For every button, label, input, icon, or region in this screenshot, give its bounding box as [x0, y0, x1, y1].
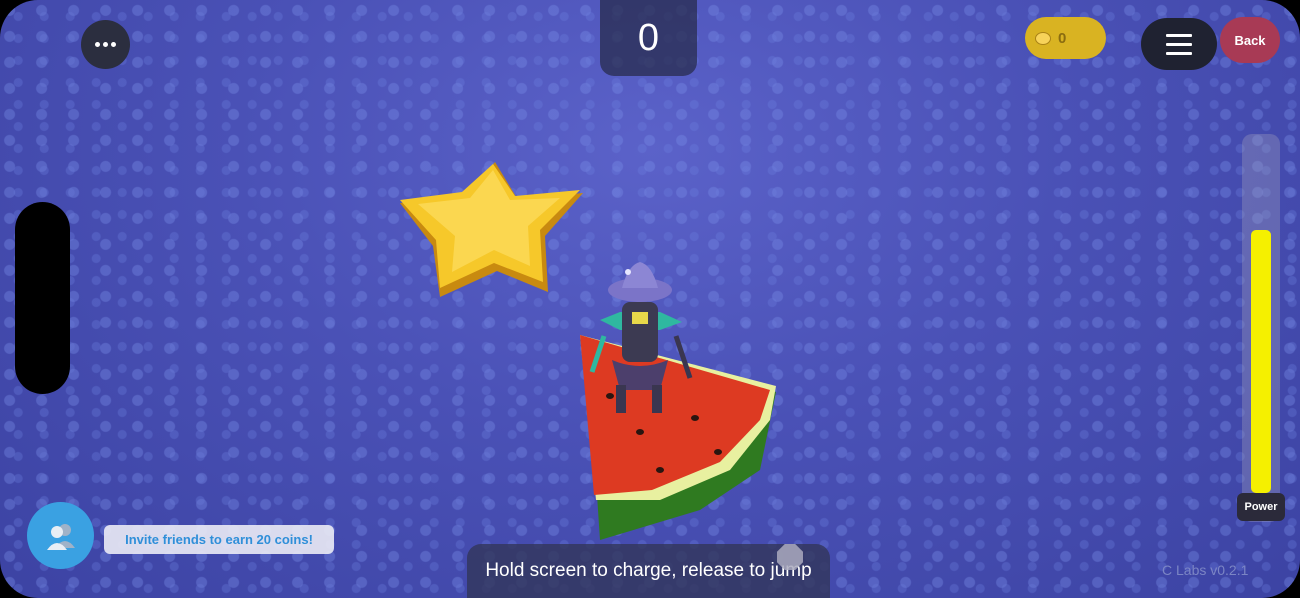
friends-icon — [46, 523, 75, 550]
coin-icon — [1035, 31, 1051, 45]
back-button[interactable]: Back — [1220, 17, 1280, 63]
witch-character — [589, 262, 693, 413]
invite-friends-button[interactable] — [27, 502, 94, 569]
score-value: 0 — [637, 16, 660, 59]
power-meter-fill — [1251, 229, 1271, 493]
score-display: 0 — [600, 0, 697, 76]
invite-banner[interactable]: Invite friends to earn 20 coins! — [104, 525, 334, 554]
coin-counter[interactable]: 0 — [1025, 17, 1106, 59]
game-canvas[interactable]: 0 0 Back Power Invite friends to earn 20… — [0, 0, 1300, 598]
power-label: Power — [1237, 493, 1285, 521]
version-label: C Labs v0.2.1 — [1162, 562, 1249, 578]
more-options-button[interactable] — [81, 20, 130, 69]
more-dots-icon — [94, 42, 118, 47]
instruction-hint: Hold screen to charge, release to jump — [467, 544, 830, 598]
menu-button[interactable] — [1141, 18, 1217, 70]
left-side-panel — [15, 202, 70, 394]
coin-count: 0 — [1058, 29, 1067, 47]
hamburger-menu-icon — [1166, 31, 1192, 58]
touch-indicator — [777, 544, 803, 570]
